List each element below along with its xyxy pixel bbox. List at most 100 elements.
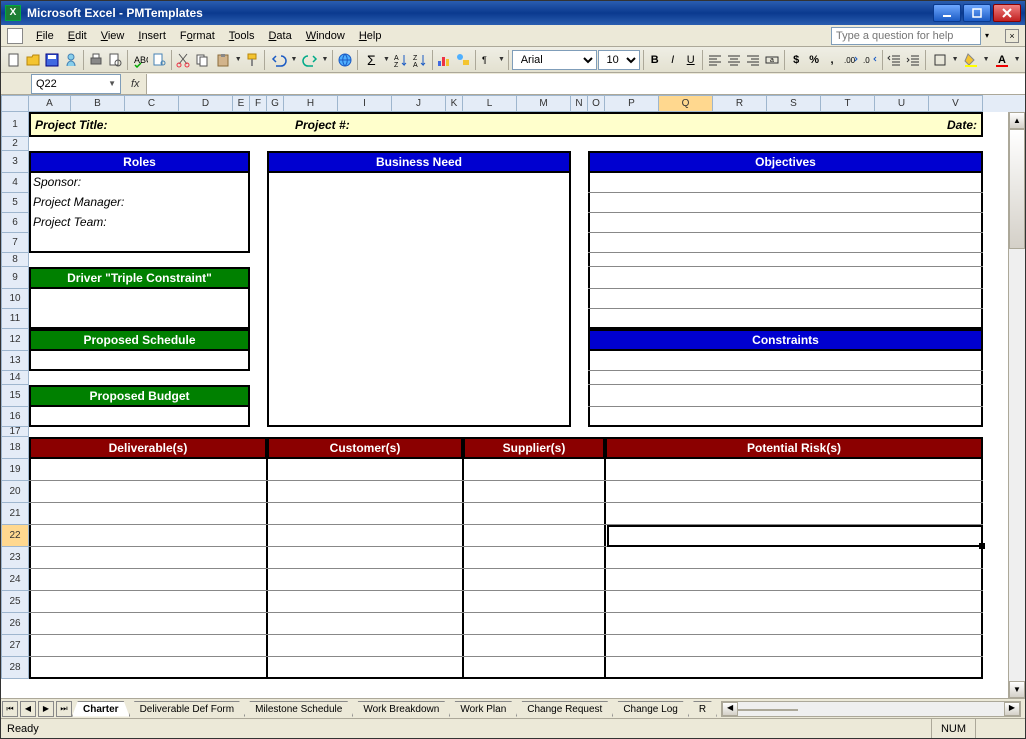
col-header-I[interactable]: I bbox=[338, 95, 392, 112]
row-header-13[interactable]: 13 bbox=[1, 351, 29, 371]
selected-cell[interactable] bbox=[607, 525, 983, 547]
col-header-A[interactable]: A bbox=[29, 95, 71, 112]
col-header-F[interactable]: F bbox=[250, 95, 267, 112]
minimize-button[interactable] bbox=[933, 4, 961, 22]
menu-insert[interactable]: Insert bbox=[131, 28, 173, 44]
menu-tools[interactable]: Tools bbox=[222, 28, 262, 44]
row-header-28[interactable]: 28 bbox=[1, 657, 29, 679]
col-header-V[interactable]: V bbox=[929, 95, 983, 112]
fx-icon[interactable]: fx bbox=[131, 78, 140, 90]
objectives-line-9[interactable] bbox=[588, 288, 983, 289]
row-header-9[interactable]: 9 bbox=[1, 267, 29, 289]
sheet-tab-change-log[interactable]: Change Log bbox=[612, 701, 689, 717]
row-header-16[interactable]: 16 bbox=[1, 407, 29, 427]
row-header-1[interactable]: 1 bbox=[1, 112, 29, 137]
redo-dropdown-icon[interactable]: ▼ bbox=[321, 49, 329, 71]
col-header-E[interactable]: E bbox=[233, 95, 250, 112]
objectives-line-10[interactable] bbox=[588, 308, 983, 309]
col-header-S[interactable]: S bbox=[767, 95, 821, 112]
cut-button[interactable] bbox=[174, 49, 192, 71]
sort-asc-button[interactable]: AZ bbox=[392, 49, 410, 71]
project-date-label[interactable]: Date: bbox=[761, 118, 981, 132]
font-color-button[interactable]: A bbox=[991, 49, 1013, 71]
align-center-button[interactable] bbox=[725, 49, 743, 71]
sort-desc-button[interactable]: ZA bbox=[411, 49, 429, 71]
maximize-button[interactable] bbox=[963, 4, 991, 22]
row-header-24[interactable]: 24 bbox=[1, 569, 29, 591]
bold-button[interactable]: B bbox=[646, 49, 663, 71]
horizontal-scrollbar[interactable]: ◀ ▶ bbox=[721, 701, 1021, 717]
hscroll-thumb[interactable] bbox=[738, 709, 798, 711]
doc-close-button[interactable]: × bbox=[1005, 29, 1019, 43]
zoom-button[interactable]: ¶ bbox=[479, 49, 497, 71]
copy-button[interactable] bbox=[193, 49, 211, 71]
sheet-tab-milestone-schedule[interactable]: Milestone Schedule bbox=[244, 701, 353, 717]
merge-center-button[interactable]: a bbox=[763, 49, 781, 71]
row-header-21[interactable]: 21 bbox=[1, 503, 29, 525]
fill-color-button[interactable] bbox=[960, 49, 982, 71]
increase-decimal-button[interactable]: .00 bbox=[842, 49, 860, 71]
sponsor-label[interactable]: Sponsor: bbox=[29, 175, 229, 191]
hscroll-left-button[interactable]: ◀ bbox=[722, 702, 738, 716]
undo-dropdown-icon[interactable]: ▼ bbox=[290, 49, 298, 71]
close-button[interactable] bbox=[993, 4, 1021, 22]
toolbar-options-icon[interactable]: ▼ bbox=[498, 56, 505, 63]
col-header-B[interactable]: B bbox=[71, 95, 125, 112]
row-header-5[interactable]: 5 bbox=[1, 193, 29, 213]
decrease-decimal-button[interactable]: .0 bbox=[861, 49, 879, 71]
tab-nav-last[interactable]: ⏭ bbox=[56, 701, 72, 717]
objectives-line-6[interactable] bbox=[588, 232, 983, 233]
table-line-23[interactable] bbox=[29, 568, 983, 569]
print-preview-button[interactable] bbox=[106, 49, 124, 71]
table-line-27[interactable] bbox=[29, 656, 983, 657]
percent-button[interactable]: % bbox=[806, 49, 823, 71]
font-size-select[interactable]: 10 bbox=[598, 50, 640, 70]
col-header-R[interactable]: R bbox=[713, 95, 767, 112]
sheet-tab-change-request[interactable]: Change Request bbox=[516, 701, 613, 717]
formula-input[interactable] bbox=[146, 74, 1025, 94]
hscroll-right-button[interactable]: ▶ bbox=[1004, 702, 1020, 716]
project-number-label[interactable]: Project #: bbox=[291, 118, 761, 132]
align-right-button[interactable] bbox=[744, 49, 762, 71]
scroll-down-button[interactable]: ▼ bbox=[1009, 681, 1025, 698]
col-header-J[interactable]: J bbox=[392, 95, 446, 112]
row-header-12[interactable]: 12 bbox=[1, 329, 29, 351]
scroll-up-button[interactable]: ▲ bbox=[1009, 112, 1025, 129]
row-header-15[interactable]: 15 bbox=[1, 385, 29, 407]
borders-button[interactable] bbox=[929, 49, 951, 71]
row-header-25[interactable]: 25 bbox=[1, 591, 29, 613]
open-button[interactable] bbox=[24, 49, 42, 71]
vscroll-thumb[interactable] bbox=[1009, 129, 1025, 249]
col-header-K[interactable]: K bbox=[446, 95, 463, 112]
col-header-L[interactable]: L bbox=[463, 95, 517, 112]
row-header-10[interactable]: 10 bbox=[1, 289, 29, 309]
row-header-4[interactable]: 4 bbox=[1, 173, 29, 193]
col-header-Q[interactable]: Q bbox=[659, 95, 713, 112]
col-header-D[interactable]: D bbox=[179, 95, 233, 112]
col-header-M[interactable]: M bbox=[517, 95, 571, 112]
print-button[interactable] bbox=[87, 49, 105, 71]
row-header-11[interactable]: 11 bbox=[1, 309, 29, 329]
table-line-26[interactable] bbox=[29, 634, 983, 635]
col-header-H[interactable]: H bbox=[284, 95, 338, 112]
decrease-indent-button[interactable] bbox=[885, 49, 903, 71]
sheet-tab-deliverable-def-form[interactable]: Deliverable Def Form bbox=[129, 701, 245, 717]
new-button[interactable] bbox=[5, 49, 23, 71]
business-need-box[interactable] bbox=[267, 151, 571, 427]
row-header-20[interactable]: 20 bbox=[1, 481, 29, 503]
table-line-19[interactable] bbox=[29, 480, 983, 481]
col-header-P[interactable]: P bbox=[605, 95, 659, 112]
select-all-corner[interactable] bbox=[1, 95, 29, 112]
chart-wizard-button[interactable] bbox=[435, 49, 453, 71]
row-header-3[interactable]: 3 bbox=[1, 151, 29, 173]
autosum-dropdown-icon[interactable]: ▼ bbox=[383, 49, 391, 71]
objectives-line-8[interactable] bbox=[588, 266, 983, 267]
font-name-select[interactable]: Arial bbox=[512, 50, 597, 70]
permission-button[interactable] bbox=[62, 49, 80, 71]
tab-nav-next[interactable]: ▶ bbox=[38, 701, 54, 717]
research-button[interactable] bbox=[150, 49, 168, 71]
fill-color-dropdown-icon[interactable]: ▼ bbox=[982, 49, 990, 71]
sheet-tab-work-plan[interactable]: Work Plan bbox=[449, 701, 517, 717]
objectives-line-4[interactable] bbox=[588, 192, 983, 193]
row-header-27[interactable]: 27 bbox=[1, 635, 29, 657]
